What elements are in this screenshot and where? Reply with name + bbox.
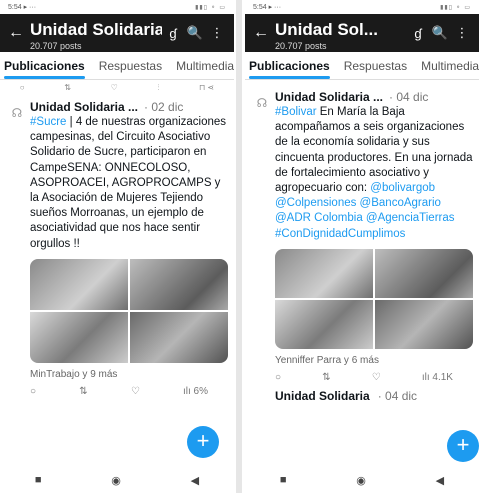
- post[interactable]: ☊ Unidad Solidaria ... · 02 dic #Sucre | …: [0, 96, 234, 397]
- profile-header: ← Unidad Sol... 20.707 posts ɠ 🔍 ⋮: [245, 14, 479, 52]
- reply-icon[interactable]: ○: [20, 83, 25, 93]
- profile-title-block: Unidad Sol... 20.707 posts: [271, 14, 407, 52]
- previous-post-actions: ○ ⇅ ♡ ⫶ ⊓ ⋖: [0, 80, 234, 96]
- next-post-header[interactable]: Unidad Solidaria · 04 dic: [245, 383, 479, 403]
- reply-icon[interactable]: ○: [30, 386, 36, 397]
- status-time: 5:54 ▸ ···: [253, 4, 282, 11]
- profile-title: Unidad Solidaria: [30, 20, 162, 39]
- android-nav-bar: ■ ◉ ◀: [245, 467, 479, 493]
- post-actions: ○ ⇅ ♡ ılı 6%: [30, 386, 228, 397]
- back-icon[interactable]: ◀: [436, 474, 444, 487]
- profile-title: Unidad Sol...: [275, 20, 378, 39]
- profile-tabs: Publicaciones Respuestas Multimedia: [245, 52, 479, 80]
- tab-multimedia[interactable]: Multimedia: [421, 53, 479, 79]
- tagged-users[interactable]: Yenniffer Parra y 6 más: [275, 355, 473, 366]
- photo[interactable]: [130, 311, 228, 363]
- post-text: #Bolivar En María la Baja acompañamos a …: [275, 105, 473, 242]
- next-author-name[interactable]: Unidad Solidaria: [275, 389, 370, 403]
- profile-header: ← Unidad Solidaria 20.707 posts ɠ 🔍 ⋮: [0, 14, 234, 52]
- repost-icon[interactable]: ⇅: [322, 372, 330, 383]
- views-icon[interactable]: ⫶: [157, 83, 159, 93]
- next-post-date: · 04 dic: [377, 388, 418, 403]
- post-text-body: En María la Baja acompañamos a seis orga…: [275, 106, 473, 195]
- post-count: 20.707 posts: [275, 41, 327, 51]
- photo[interactable]: [275, 299, 373, 349]
- search-icon[interactable]: 🔍: [184, 25, 206, 41]
- tab-publicaciones[interactable]: Publicaciones: [249, 53, 330, 79]
- post-date: · 04 dic: [389, 90, 429, 104]
- repost-icon[interactable]: ⇅: [79, 386, 87, 397]
- photo[interactable]: [275, 248, 373, 298]
- photo[interactable]: [30, 311, 128, 363]
- hashtag-link[interactable]: #Bolivar: [275, 106, 317, 118]
- back-icon[interactable]: ◀: [191, 474, 199, 487]
- tab-multimedia[interactable]: Multimedia: [176, 53, 234, 79]
- hashtag-link[interactable]: #Sucre: [30, 116, 66, 128]
- tab-respuestas[interactable]: Respuestas: [344, 53, 407, 79]
- post-body: Unidad Solidaria ... · 04 dic #Bolivar En…: [275, 90, 473, 383]
- status-bar: 5:54 ▸ ··· ▮▮▯ ⚬ ▭: [245, 0, 479, 14]
- post-text: #Sucre | 4 de nuestras organizaciones ca…: [30, 115, 228, 252]
- more-options-icon[interactable]: ⋮: [206, 25, 228, 41]
- status-icons: ▮▮▯ ⚬ ▭: [440, 4, 471, 11]
- reply-icon[interactable]: ○: [275, 372, 281, 383]
- post-actions: ○ ⇅ ♡ ılı 4.1K: [275, 372, 473, 383]
- avatar[interactable]: ☊: [249, 90, 275, 383]
- tab-publicaciones[interactable]: Publicaciones: [4, 53, 85, 79]
- post-count: 20.707 posts: [30, 41, 82, 51]
- like-icon[interactable]: ♡: [372, 372, 381, 383]
- author-name[interactable]: Unidad Solidaria ...: [275, 90, 383, 104]
- recent-apps-icon[interactable]: ■: [280, 474, 287, 486]
- like-icon[interactable]: ♡: [111, 83, 118, 93]
- like-icon[interactable]: ♡: [131, 386, 140, 397]
- screenshot-divider: [236, 0, 242, 493]
- grok-icon[interactable]: ɠ: [407, 26, 429, 41]
- post-header: Unidad Solidaria ... · 02 dic: [30, 100, 228, 114]
- post[interactable]: ☊ Unidad Solidaria ... · 04 dic #Bolivar …: [245, 80, 479, 383]
- post-text-body: | 4 de nuestras organizaciones campesina…: [30, 116, 227, 250]
- photo-grid[interactable]: [30, 258, 228, 363]
- back-arrow-icon[interactable]: ←: [6, 24, 26, 42]
- status-time: 5:54 ▸ ···: [8, 4, 37, 11]
- compose-button[interactable]: +: [187, 426, 219, 458]
- right-phone-screen: 5:54 ▸ ··· ▮▮▯ ⚬ ▭ ← Unidad Sol... 20.70…: [245, 0, 479, 493]
- photo[interactable]: [375, 299, 473, 349]
- post-body: Unidad Solidaria ... · 02 dic #Sucre | 4 …: [30, 100, 228, 397]
- photo[interactable]: [130, 258, 228, 310]
- photo[interactable]: [375, 248, 473, 298]
- views-icon[interactable]: ılı 4.1K: [422, 372, 453, 383]
- repost-icon[interactable]: ⇅: [64, 83, 71, 93]
- profile-title-block: Unidad Solidaria 20.707 posts: [26, 14, 162, 52]
- left-phone-screen: 5:54 ▸ ··· ▮▮▯ ⚬ ▭ ← Unidad Solidaria 20…: [0, 0, 234, 493]
- status-icons: ▮▮▯ ⚬ ▭: [195, 4, 226, 11]
- back-arrow-icon[interactable]: ←: [251, 24, 271, 42]
- author-name[interactable]: Unidad Solidaria ...: [30, 100, 138, 114]
- status-bar: 5:54 ▸ ··· ▮▮▯ ⚬ ▭: [0, 0, 234, 14]
- search-icon[interactable]: 🔍: [429, 25, 451, 41]
- post-header: Unidad Solidaria ... · 04 dic: [275, 90, 473, 104]
- bookmark-share-icon[interactable]: ⊓ ⋖: [199, 83, 214, 93]
- tab-respuestas[interactable]: Respuestas: [99, 53, 162, 79]
- home-icon[interactable]: ◉: [356, 474, 366, 487]
- grok-icon[interactable]: ɠ: [162, 26, 184, 41]
- tagged-users[interactable]: MinTrabajo y 9 más: [30, 369, 228, 380]
- post-date: · 02 dic: [144, 100, 184, 114]
- photo-grid[interactable]: [275, 248, 473, 349]
- home-icon[interactable]: ◉: [111, 474, 121, 487]
- compose-button[interactable]: +: [447, 430, 479, 462]
- photo[interactable]: [30, 258, 128, 310]
- android-nav-bar: ■ ◉ ◀: [0, 467, 234, 493]
- views-icon[interactable]: ılı 6%: [183, 386, 208, 397]
- profile-tabs: Publicaciones Respuestas Multimedia: [0, 52, 234, 80]
- avatar[interactable]: ☊: [4, 100, 30, 397]
- recent-apps-icon[interactable]: ■: [35, 474, 42, 486]
- more-options-icon[interactable]: ⋮: [451, 25, 473, 41]
